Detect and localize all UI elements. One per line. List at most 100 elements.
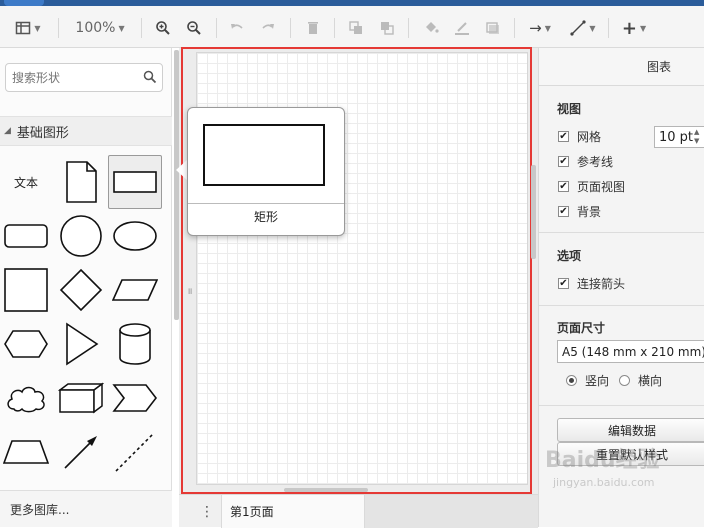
checkbox-checked-icon: ✔ xyxy=(558,130,569,142)
shape-trapezoid[interactable] xyxy=(2,428,50,476)
shape-parallelogram[interactable] xyxy=(111,266,159,314)
cylinder-shape-icon xyxy=(119,323,151,365)
hexagon-shape-icon xyxy=(4,330,48,358)
zoom-in-icon xyxy=(156,21,170,35)
toolbar-divider xyxy=(141,18,142,38)
arrow-right-icon: → xyxy=(529,19,542,37)
plus-icon: + xyxy=(621,17,637,39)
shape-circle[interactable] xyxy=(57,212,105,260)
chevron-down-icon: ▼ xyxy=(589,23,596,33)
shape-ellipse[interactable] xyxy=(111,212,159,260)
section-title: 基础图形 xyxy=(16,125,69,141)
search-icon[interactable] xyxy=(143,70,157,84)
page-view-checkbox[interactable]: ✔ 页面视图 xyxy=(558,178,625,195)
undo-button[interactable] xyxy=(226,16,248,40)
cube-shape-icon xyxy=(58,382,104,414)
view-toggle-button[interactable]: ▼ xyxy=(10,16,46,40)
step-shape-icon xyxy=(112,384,158,412)
cloud-shape-icon xyxy=(7,386,45,413)
toolbar-divider xyxy=(514,18,515,38)
reset-style-button[interactable]: 重置默认样式 xyxy=(557,442,704,466)
expand-triangle-icon: ◢ xyxy=(4,126,11,136)
grid-checkbox[interactable]: ✔ 网格 xyxy=(558,128,601,145)
shape-cube[interactable] xyxy=(57,374,105,422)
radio-selected-icon xyxy=(566,375,577,386)
page-size-section-title: 页面尺寸 xyxy=(557,321,606,335)
triangle-shape-icon xyxy=(66,322,99,366)
shape-hexagon[interactable] xyxy=(2,320,50,368)
paint-bucket-icon xyxy=(426,22,439,33)
portrait-label: 竖向 xyxy=(585,374,610,388)
parallelogram-shape-icon xyxy=(112,279,158,301)
landscape-label: 横向 xyxy=(638,374,663,388)
document-shape-icon xyxy=(66,161,97,203)
to-front-button[interactable] xyxy=(345,16,367,40)
connector-style-button[interactable]: → ▼ xyxy=(524,16,556,40)
shape-document[interactable] xyxy=(57,158,105,206)
panels-icon xyxy=(16,21,31,35)
checkbox-checked-icon: ✔ xyxy=(558,277,569,289)
panel-divider xyxy=(539,405,704,406)
chevron-down-icon: ▼ xyxy=(639,23,647,33)
splitter-grip[interactable]: ॥ xyxy=(187,284,192,297)
shape-diamond[interactable] xyxy=(57,266,105,314)
trapezoid-shape-icon xyxy=(3,440,49,464)
page-tab-label: 第1页面 xyxy=(230,505,274,519)
shape-text[interactable]: 文本 xyxy=(2,158,50,206)
section-basic-shapes[interactable]: ◢ 基础图形 xyxy=(0,116,172,146)
insert-button[interactable]: + ▼ xyxy=(616,16,652,40)
more-shapes-link[interactable]: 更多图库... xyxy=(0,490,172,527)
canvas-vscrollbar[interactable] xyxy=(531,165,536,259)
line-color-button[interactable] xyxy=(451,16,473,40)
guides-checkbox[interactable]: ✔ 参考线 xyxy=(558,153,613,170)
tooltip-shape-name: 矩形 xyxy=(253,210,278,224)
waypoints-button[interactable]: ▼ xyxy=(563,16,603,40)
shape-step[interactable] xyxy=(111,374,159,422)
shape-rectangle[interactable] xyxy=(108,155,162,209)
page-tabs-filler xyxy=(365,495,538,528)
page-size-value: A5 (148 mm x 210 mm) xyxy=(562,344,704,359)
canvas-hscrollbar[interactable] xyxy=(284,488,368,492)
shape-arrow[interactable] xyxy=(57,428,105,476)
format-panel: 图表 视图 ✔ 网格 10 pt ▲ ▼ ✔ 参考线 ✔ 页面视图 ✔ 背景 选项 ✔ 连接… xyxy=(538,48,704,527)
shape-dashed-line[interactable] xyxy=(111,428,159,476)
checkbox-checked-icon: ✔ xyxy=(558,205,569,217)
spinner-icon[interactable]: ▲ ▼ xyxy=(694,128,699,146)
toolbar-divider xyxy=(58,18,59,38)
shape-rounded-rectangle[interactable] xyxy=(2,212,50,260)
panel-tab-diagram[interactable]: 图表 xyxy=(539,48,704,86)
ellipse-shape-icon xyxy=(113,221,157,251)
shape-cylinder[interactable] xyxy=(111,320,159,368)
page-tab-1[interactable]: 第1页面 xyxy=(221,495,365,528)
radio-empty-icon xyxy=(619,375,630,386)
zoom-in-button[interactable] xyxy=(152,16,174,40)
background-checkbox[interactable]: ✔ 背景 xyxy=(558,203,601,220)
toolbar-divider xyxy=(334,18,335,38)
arrow-shape-icon xyxy=(64,436,97,469)
to-back-button[interactable] xyxy=(376,16,398,40)
view-section-title: 视图 xyxy=(557,102,582,116)
shapes-sidebar: ◢ 基础图形 文本 xyxy=(0,48,172,527)
edit-data-button[interactable]: 编辑数据 xyxy=(557,418,704,442)
shadow-button[interactable] xyxy=(482,16,504,40)
page-menu-icon[interactable]: ⋮ xyxy=(197,501,217,523)
rectangle-shape-icon xyxy=(113,171,157,193)
page-size-select[interactable]: A5 (148 mm x 210 mm) xyxy=(557,340,704,363)
shape-square[interactable] xyxy=(2,266,50,314)
shadow-icon xyxy=(486,22,499,34)
shape-cloud[interactable] xyxy=(2,374,50,422)
options-section-title: 选项 xyxy=(557,249,582,263)
toolbar-divider xyxy=(608,18,609,38)
fill-color-button[interactable] xyxy=(420,16,442,40)
tooltip-arrow xyxy=(176,160,187,180)
redo-button[interactable] xyxy=(257,16,279,40)
zoom-out-button[interactable] xyxy=(183,16,205,40)
delete-button[interactable] xyxy=(302,16,324,40)
search-shapes-input[interactable] xyxy=(5,63,163,92)
zoom-dropdown[interactable]: 100% ▼ xyxy=(72,16,128,40)
connection-arrows-checkbox[interactable]: ✔ 连接箭头 xyxy=(558,275,625,292)
portrait-radio[interactable]: 竖向 xyxy=(566,372,609,389)
shape-triangle[interactable] xyxy=(57,320,105,368)
landscape-radio[interactable]: 横向 xyxy=(619,372,662,389)
circle-shape-icon xyxy=(60,215,102,257)
